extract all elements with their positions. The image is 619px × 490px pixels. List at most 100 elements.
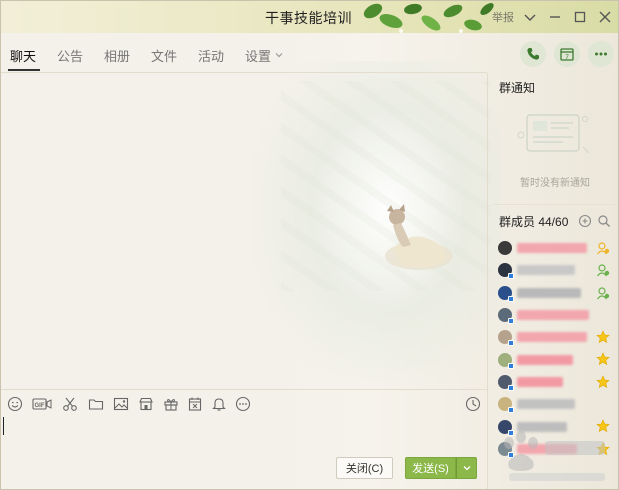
member-row[interactable] — [498, 237, 618, 259]
call-button[interactable] — [520, 41, 546, 67]
svg-text:GIF: GIF — [35, 403, 45, 409]
member-row[interactable] — [498, 393, 618, 415]
calendar-x-icon — [188, 397, 202, 411]
online-status-icon — [508, 384, 514, 391]
close-icon — [599, 11, 611, 23]
settings-chevron-icon — [275, 53, 283, 58]
member-name-blurred — [517, 287, 581, 298]
tab-bar: 聊天 公告 相册 文件 活动 设置 — [1, 37, 487, 73]
right-panel-separator — [493, 204, 617, 205]
add-member-icon[interactable] — [578, 214, 592, 228]
member-row[interactable] — [498, 326, 618, 348]
avatar — [498, 397, 514, 414]
emoji-icon — [7, 396, 23, 412]
avatar — [498, 241, 512, 256]
remind-button[interactable] — [211, 396, 227, 412]
message-input[interactable] — [1, 417, 487, 455]
avatar — [498, 308, 514, 325]
schedule-button[interactable] — [187, 396, 203, 412]
send-button[interactable]: 发送(S) — [405, 457, 456, 479]
avatar — [498, 263, 514, 280]
more-circle-icon — [235, 396, 251, 412]
chevron-down-icon — [463, 466, 470, 471]
more-button[interactable] — [588, 41, 614, 67]
tab-chat[interactable]: 聊天 — [10, 46, 36, 65]
members-title: 群成员 44/60 — [499, 215, 569, 229]
report-link[interactable]: 举报 — [492, 9, 514, 25]
background-figure-illustration — [385, 204, 453, 270]
baidu-watermark-logo — [504, 431, 605, 481]
avatar — [498, 374, 514, 391]
maximize-button[interactable] — [570, 7, 590, 27]
scissors-icon — [63, 397, 77, 411]
member-row[interactable] — [498, 282, 618, 304]
member-row[interactable] — [498, 348, 618, 370]
more-tools-button[interactable] — [235, 396, 251, 412]
bell-icon — [212, 398, 226, 411]
empty-notice-illustration — [517, 114, 590, 154]
calendar-day: 7 — [565, 54, 569, 61]
more-icon — [595, 52, 607, 56]
member-name-blurred — [517, 376, 563, 387]
avatar — [498, 285, 514, 302]
title-bar: 干事技能培训 举报 — [1, 1, 618, 33]
gift-icon — [164, 399, 178, 411]
star-icon — [596, 352, 610, 366]
tab-announcement[interactable]: 公告 — [57, 46, 83, 65]
close-window-button[interactable] — [595, 7, 615, 27]
member-name-blurred — [517, 399, 575, 410]
tab-activity[interactable]: 活动 — [198, 46, 224, 65]
maximize-icon — [574, 11, 586, 23]
image-button[interactable] — [113, 396, 129, 412]
online-status-icon — [508, 295, 514, 302]
tab-settings[interactable]: 设置 — [245, 46, 271, 65]
star-icon — [596, 330, 610, 344]
member-row[interactable] — [498, 371, 618, 393]
input-toolbar: GIF — [1, 389, 487, 417]
chat-window: 干事技能培训 举报 聊天 公告 相册 文件 活动 设置 7 群通知 暂时没有新通… — [0, 0, 619, 490]
shop-icon — [139, 397, 153, 411]
member-name-blurred — [517, 354, 573, 365]
search-icon[interactable] — [597, 214, 611, 228]
online-status-icon — [508, 407, 514, 414]
tab-album[interactable]: 相册 — [104, 46, 130, 65]
admin-icon — [597, 264, 610, 277]
active-tab-indicator — [8, 69, 40, 71]
send-options-button[interactable] — [456, 457, 477, 479]
shop-button[interactable] — [138, 396, 154, 412]
image-icon — [113, 397, 129, 411]
minimize-icon — [550, 16, 560, 18]
emoji-button[interactable] — [7, 396, 23, 412]
clock-icon — [465, 396, 481, 412]
member-name-blurred — [517, 243, 587, 254]
gift-button[interactable] — [163, 396, 179, 412]
close-button[interactable]: 关闭(C) — [336, 457, 393, 479]
online-status-icon — [508, 273, 514, 280]
dropdown-button[interactable] — [520, 7, 540, 27]
star-icon — [596, 375, 610, 388]
folder-icon — [88, 399, 104, 410]
online-status-icon — [508, 340, 514, 347]
text-caret — [3, 417, 4, 435]
admin-icon — [597, 286, 610, 299]
notice-empty-text: 暂时没有新通知 — [520, 178, 590, 189]
minimize-button[interactable] — [545, 7, 565, 27]
gif-button[interactable]: GIF — [32, 396, 52, 412]
member-name-blurred — [517, 332, 587, 343]
screenshot-button[interactable] — [62, 396, 78, 412]
history-button[interactable] — [465, 396, 481, 412]
member-row[interactable] — [498, 259, 618, 281]
calendar-icon: 7 — [560, 48, 574, 61]
folder-button[interactable] — [88, 396, 104, 412]
tab-files[interactable]: 文件 — [151, 46, 177, 65]
chevron-down-icon — [524, 14, 536, 21]
member-row[interactable] — [498, 304, 618, 326]
avatar — [498, 352, 514, 369]
notice-title: 群通知 — [499, 81, 536, 95]
phone-icon — [527, 48, 539, 60]
member-name-blurred — [517, 265, 575, 276]
calendar-button[interactable]: 7 — [554, 41, 580, 67]
owner-icon — [597, 242, 610, 255]
gif-icon: GIF — [32, 398, 52, 410]
avatar — [498, 330, 514, 347]
